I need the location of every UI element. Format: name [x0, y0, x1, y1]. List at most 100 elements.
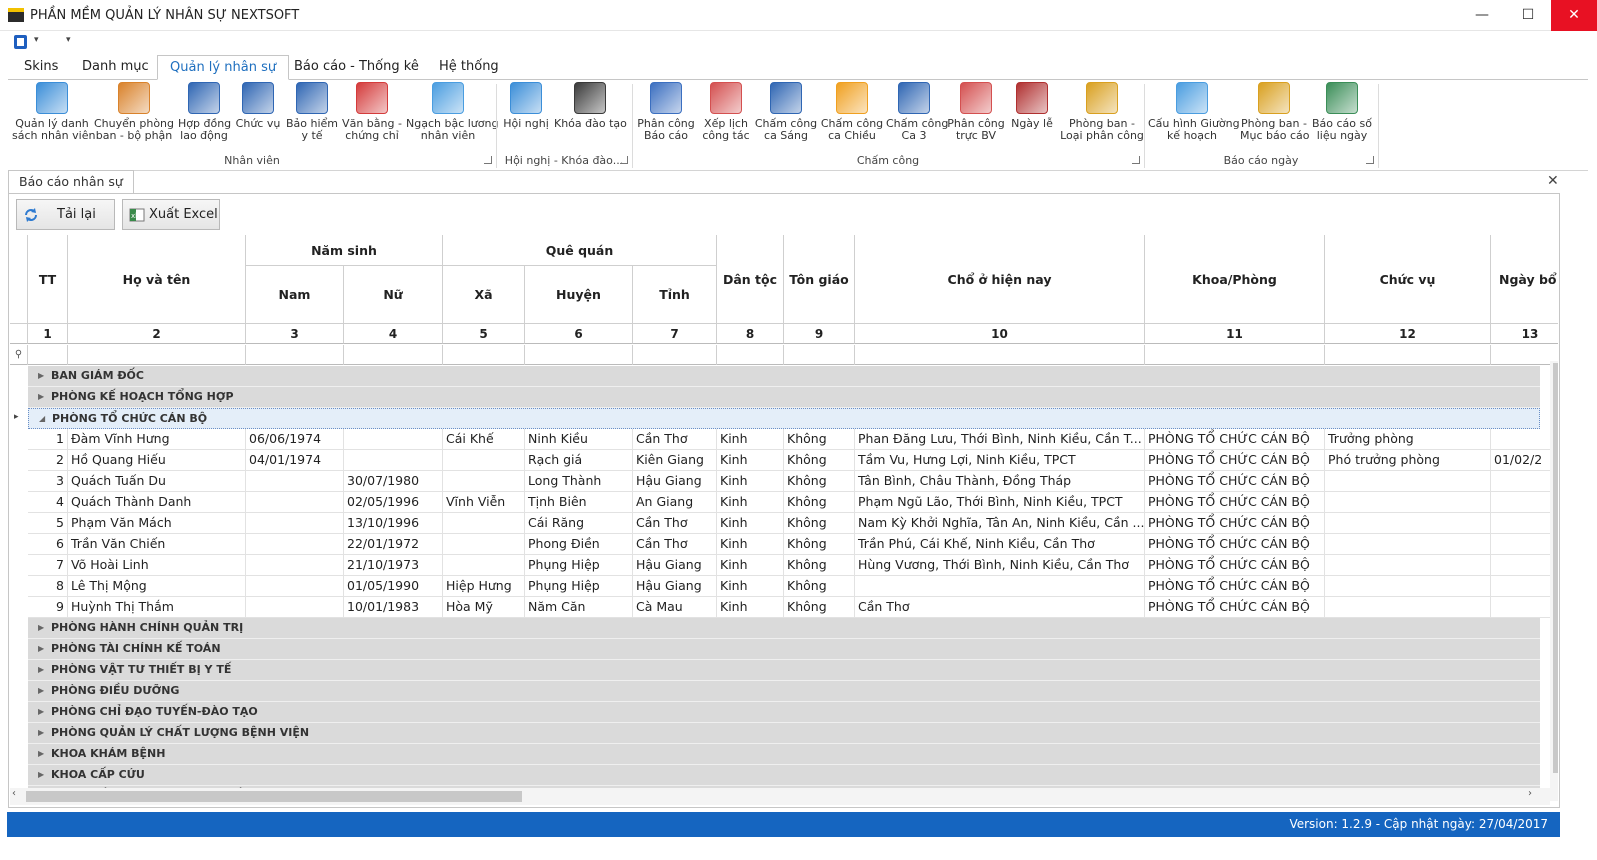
group-row[interactable]: ▶ PHÒNG TÀI CHÍNH KẾ TOÁN [28, 639, 1540, 660]
ribbon-button-0-4[interactable]: Bảo hiểm y tế [286, 82, 338, 152]
reload-button[interactable]: Tải lại [16, 199, 115, 230]
expand-arrow-icon[interactable]: ▶ [38, 765, 44, 785]
table-row[interactable]: 4 Quách Thành Danh 02/05/1996 Vĩnh Viễn Tịnh… [28, 492, 1558, 513]
horizontal-scroll-thumb[interactable] [26, 791, 522, 802]
header-ton-giao[interactable]: Tôn giáo [784, 235, 855, 324]
ribbon-button-2-1[interactable]: Xếp lịch công tác [698, 82, 754, 152]
ribbon-button-3-0[interactable]: Cấu hình Giường kế hoạch [1148, 82, 1240, 152]
horizontal-scrollbar[interactable]: ‹ › [10, 788, 1550, 805]
header-ho-ten[interactable]: Họ và tên [68, 235, 246, 324]
header-dan-toc[interactable]: Dân tộc [717, 235, 784, 324]
office-menu-icon[interactable] [14, 35, 27, 49]
ribbon-button-3-1[interactable]: Phòng ban - Mục báo cáo [1240, 82, 1309, 152]
filter-cell[interactable] [1491, 345, 1558, 365]
table-row[interactable]: 3 Quách Tuấn Du 30/07/1980 Long Thành Hậu Gi… [28, 471, 1558, 492]
header-corner[interactable] [10, 235, 28, 324]
ribbon-button-0-1[interactable]: Chuyển phòng ban - bộ phận [94, 82, 174, 152]
filter-cell[interactable] [246, 345, 344, 365]
export-excel-button[interactable]: xls Xuất Excel [122, 199, 220, 230]
group-launcher-icon[interactable] [484, 156, 492, 164]
vertical-scrollbar[interactable] [1550, 361, 1558, 801]
header-chuc-vu[interactable]: Chức vụ [1325, 235, 1491, 324]
group-row[interactable]: ▶ PHÒNG CHỈ ĐẠO TUYẾN-ĐÀO TẠO [28, 702, 1540, 723]
filter-cell[interactable] [1325, 345, 1491, 365]
group-row[interactable]: ▶ PHÒNG HÀNH CHÍNH QUẢN TRỊ [28, 618, 1540, 639]
ribbon-button-2-6[interactable]: Ngày lễ [1008, 82, 1056, 152]
header-khoa-phong[interactable]: Khoa/Phòng [1145, 235, 1325, 324]
header-que-quan[interactable]: Quê quán [443, 235, 717, 266]
group-row[interactable]: ▶ PHÒNG ĐIỀU DƯỠNG [28, 681, 1540, 702]
header-tinh[interactable]: Tỉnh [633, 266, 717, 324]
group-row[interactable]: ▶ PHÒNG VẬT TƯ THIẾT BỊ Y TẾ [28, 660, 1540, 681]
ribbon-button-2-4[interactable]: Chấm công Ca 3 [886, 82, 948, 152]
expand-arrow-icon[interactable]: ▶ [38, 618, 44, 638]
tab-2[interactable]: Danh mục [70, 55, 161, 80]
table-row[interactable]: 6 Trần Văn Chiến 22/01/1972 Phong Điền Cần T… [28, 534, 1558, 555]
customize-toolbar-icon[interactable]: ▾ [66, 35, 71, 45]
tab-1[interactable]: Skins [12, 55, 70, 80]
ribbon-button-3-2[interactable]: Báo cáo số liệu ngày [1308, 82, 1376, 152]
ribbon-button-2-7[interactable]: Phòng ban - Loại phân công [1060, 82, 1144, 152]
group-row[interactable]: ▶ KHOA KHÁM BỆNH [28, 744, 1540, 765]
header-nam-sinh[interactable]: Năm sinh [246, 235, 443, 266]
ribbon-button-0-6[interactable]: Ngạch bậc lương nhân viên [406, 82, 498, 152]
header-xa[interactable]: Xã [443, 266, 525, 324]
close-window-button[interactable]: ✕ [1551, 0, 1597, 31]
ribbon-button-0-0[interactable]: Quản lý danh sách nhân viên [12, 82, 95, 152]
filter-cell[interactable] [855, 345, 1145, 365]
expand-arrow-icon[interactable]: ▶ [38, 366, 44, 386]
filter-cell[interactable] [717, 345, 784, 365]
filter-cell[interactable] [633, 345, 717, 365]
ribbon-button-1-0[interactable]: Hội nghị [500, 82, 552, 152]
tab-4[interactable]: Báo cáo - Thống kê [282, 55, 431, 80]
filter-cell[interactable] [28, 345, 68, 365]
ribbon-button-0-3[interactable]: Chức vụ [234, 82, 282, 152]
group-row[interactable]: ▶ KHOA CẤP CỨU [28, 765, 1540, 786]
filter-cell[interactable] [1145, 345, 1325, 365]
expand-arrow-icon[interactable]: ▶ [38, 744, 44, 764]
header-huyen[interactable]: Huyện [525, 266, 633, 324]
collapse-arrow-icon[interactable]: ◢ [39, 409, 45, 429]
header-cho-o[interactable]: Chổ ở hiện nay [855, 235, 1145, 324]
group-launcher-icon[interactable] [1132, 156, 1140, 164]
expand-arrow-icon[interactable]: ▶ [38, 702, 44, 722]
ribbon-button-2-5[interactable]: Phân công trực BV [946, 82, 1006, 152]
table-row[interactable]: 7 Võ Hoài Linh 21/10/1973 Phụng Hiệp Hậu Gia… [28, 555, 1558, 576]
filter-cell[interactable] [344, 345, 443, 365]
maximize-button[interactable]: ☐ [1505, 0, 1551, 31]
group-row-expanded[interactable]: ◢ PHÒNG TỔ CHỨC CÁN BỘ [28, 408, 1540, 429]
expand-arrow-icon[interactable]: ▶ [38, 660, 44, 680]
group-row[interactable]: ▶ PHÒNG KẾ HOẠCH TỔNG HỢP [28, 387, 1540, 408]
report-grid[interactable]: TT Họ và tên Năm sinh Nam Nữ Quê quán Xã Huyện T… [10, 235, 1558, 805]
group-row[interactable]: ▶ BAN GIÁM ĐỐC [28, 366, 1540, 387]
tab-3[interactable]: Quản lý nhân sự [157, 55, 290, 80]
header-tt[interactable]: TT [28, 235, 68, 324]
ribbon-button-2-2[interactable]: Chấm công ca Sáng [752, 82, 820, 152]
table-row[interactable]: 1 Đàm Vĩnh Hưng 06/06/1974 Cái Khế Ninh Kiều… [28, 429, 1558, 450]
table-row[interactable]: 5 Phạm Văn Mách 13/10/1996 Cái Răng Cần Thơ K… [28, 513, 1558, 534]
table-row[interactable]: 8 Lê Thị Mộng 01/05/1990 Hiệp Hưng Phụng Hiệ… [28, 576, 1558, 597]
expand-arrow-icon[interactable]: ▶ [38, 639, 44, 659]
expand-arrow-icon[interactable]: ▶ [38, 681, 44, 701]
header-nu[interactable]: Nữ [344, 266, 443, 324]
close-tab-icon[interactable]: ✕ [1547, 173, 1559, 189]
filter-cell[interactable] [443, 345, 525, 365]
tab-5[interactable]: Hệ thống [427, 55, 511, 80]
ribbon-button-2-3[interactable]: Chấm công ca Chiều [820, 82, 884, 152]
vertical-scroll-thumb[interactable] [1553, 363, 1558, 773]
table-row[interactable]: 2 Hồ Quang Hiếu 04/01/1974 Rạch giá Kiên Gia… [28, 450, 1558, 471]
office-menu-dropdown-icon[interactable]: ▾ [34, 35, 39, 45]
group-launcher-icon[interactable] [620, 156, 628, 164]
ribbon-button-1-1[interactable]: Khóa đào tạo [554, 82, 627, 152]
header-ngay-bo[interactable]: Ngày bổ [1491, 235, 1558, 324]
group-row[interactable]: ▶ PHÒNG QUẢN LÝ CHẤT LƯỢNG BỆNH VIỆN [28, 723, 1540, 744]
auto-filter-row[interactable]: ⚲ [10, 345, 1558, 365]
tab-bao-cao-nhan-su[interactable]: Báo cáo nhân sự [8, 170, 134, 194]
filter-cell[interactable] [68, 345, 246, 365]
header-nam[interactable]: Nam [246, 266, 344, 324]
ribbon-button-0-2[interactable]: Hợp đồng lao động [178, 82, 231, 152]
group-launcher-icon[interactable] [1366, 156, 1374, 164]
ribbon-button-0-5[interactable]: Văn bằng - chứng chỉ [342, 82, 402, 152]
scroll-right-icon[interactable]: › [1528, 788, 1532, 799]
filter-cell[interactable] [784, 345, 855, 365]
